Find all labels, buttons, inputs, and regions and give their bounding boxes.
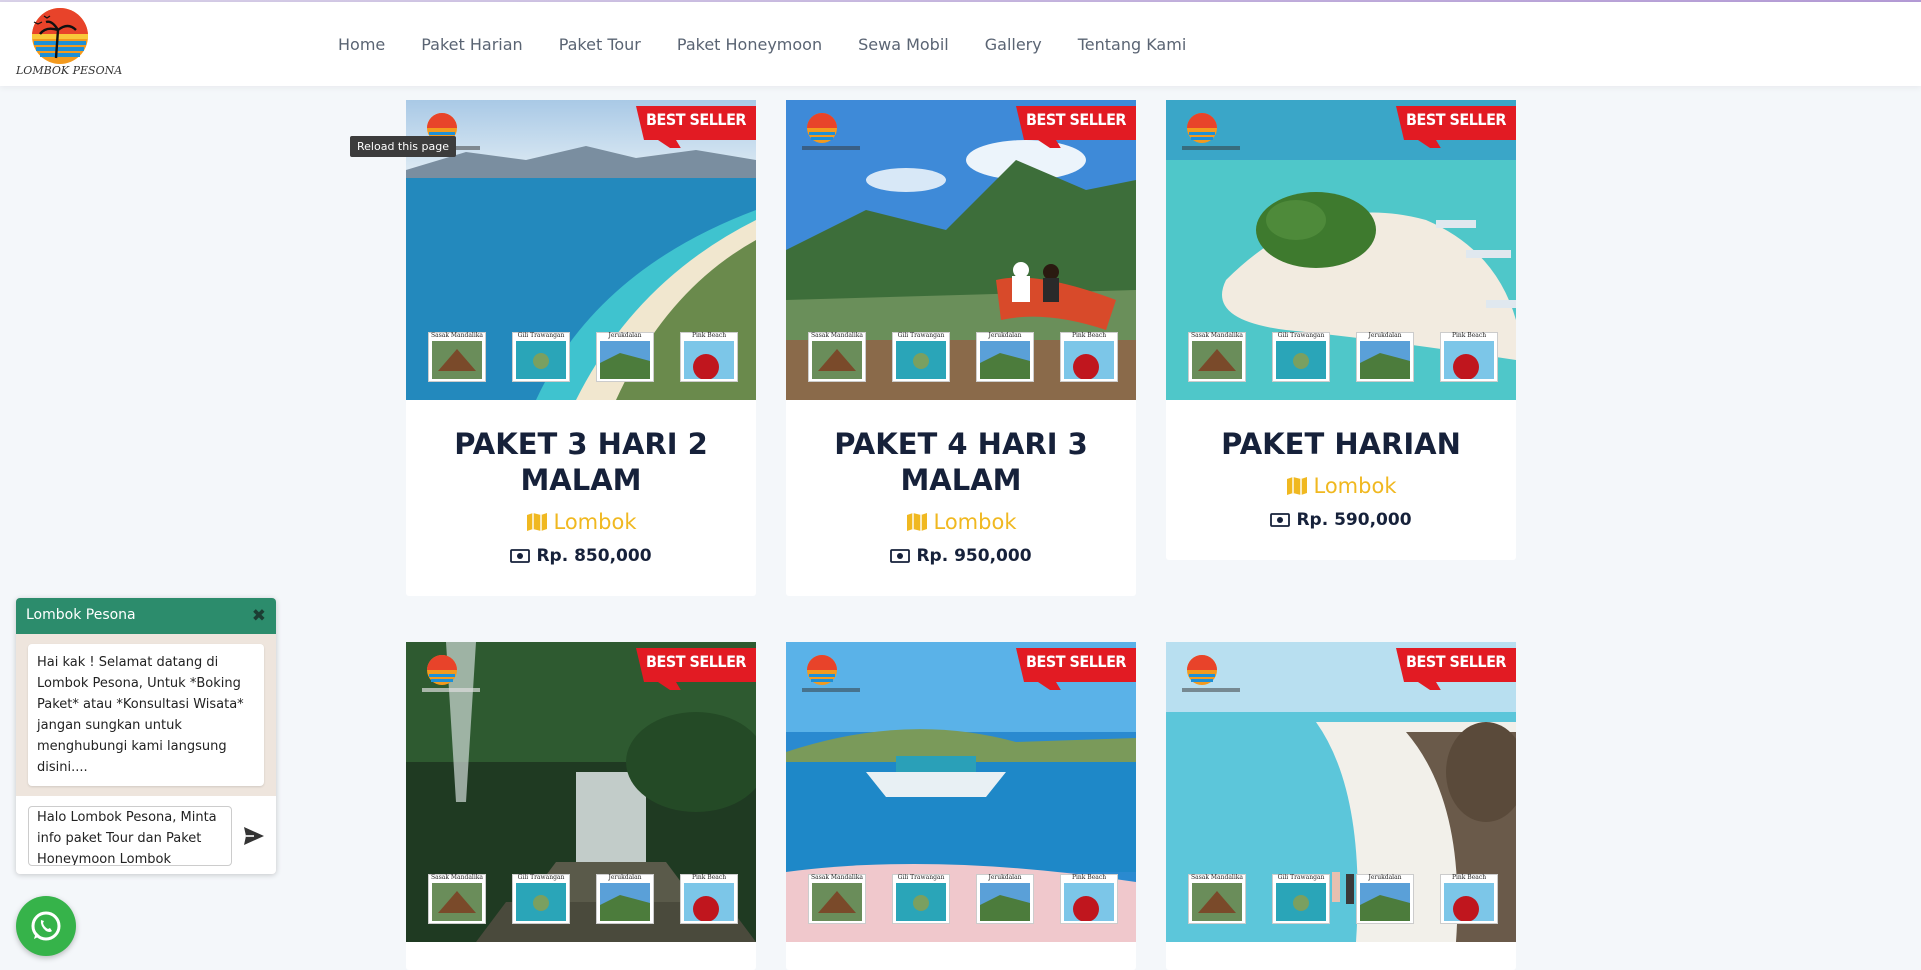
whatsapp-chat-widget: Lombok Pesona ✖ Hai kak ! Selamat datang…: [16, 598, 276, 874]
thumb-jerukdalan: Jerukdalan: [596, 874, 654, 924]
package-price: Rp. 590,000: [1186, 510, 1496, 530]
chat-header: Lombok Pesona ✖: [16, 598, 276, 634]
chat-message-input[interactable]: Halo Lombok Pesona, Minta info paket Tou…: [28, 806, 232, 866]
thumb-sasak: Sasak Mandalika: [428, 874, 486, 924]
package-image[interactable]: BEST SELLER Sasak Mandalika Gili Trawang…: [786, 642, 1136, 942]
location-label: Lombok: [553, 510, 637, 534]
thumb-gili: Gili Trawangan: [892, 332, 950, 382]
package-image[interactable]: BEST SELLER Sasak Mandalika Gili Trawang…: [1166, 642, 1516, 942]
nav-tentang-kami[interactable]: Tentang Kami: [1078, 35, 1187, 54]
package-card[interactable]: BEST SELLER Sasak Mandalika Gili Trawang…: [1166, 642, 1516, 970]
package-image[interactable]: BEST SELLER Sasak Mandalika Gili Trawang…: [786, 100, 1136, 400]
location-label: Lombok: [933, 510, 1017, 534]
watermark-logo: [802, 113, 860, 150]
thumb-jerukdalan: Jerukdalan: [976, 332, 1034, 382]
nav-paket-tour[interactable]: Paket Tour: [559, 35, 641, 54]
package-image[interactable]: BEST SELLER Sasak Mandalika Gili Trawang…: [1166, 100, 1516, 400]
package-card[interactable]: BEST SELLER Sasak Mandalika Gili Trawang…: [786, 642, 1136, 970]
map-icon: [906, 513, 927, 531]
money-bill-icon: [890, 549, 911, 563]
map-icon: [526, 513, 547, 531]
package-price: Rp. 850,000: [426, 546, 736, 566]
thumb-pink-beach: Pink Beach: [1060, 874, 1118, 924]
package-location: Lombok: [806, 510, 1116, 534]
chat-header-title: Lombok Pesona: [26, 607, 136, 623]
best-seller-badge: BEST SELLER: [1406, 652, 1506, 671]
close-icon[interactable]: ✖: [252, 606, 266, 626]
money-bill-icon: [1270, 513, 1291, 527]
send-icon[interactable]: [242, 824, 266, 848]
thumb-jerukdalan: Jerukdalan: [1356, 874, 1414, 924]
watermark-logo: [1182, 655, 1240, 692]
site-header: LOMBOK PESONA Home Paket Harian Paket To…: [0, 2, 1921, 86]
thumb-gili: Gili Trawangan: [512, 874, 570, 924]
card-body: PAKET HARIAN Lombok Rp. 590,000: [1166, 400, 1516, 560]
whatsapp-button[interactable]: [16, 896, 76, 956]
package-location: Lombok: [1186, 474, 1496, 498]
best-seller-badge: BEST SELLER: [1026, 110, 1126, 129]
watermark-logo: [1182, 113, 1240, 150]
thumb-sasak: Sasak Mandalika: [428, 332, 486, 382]
destination-thumbnails: Sasak Mandalika Gili Trawangan Jerukdala…: [1188, 332, 1498, 382]
thumb-gili: Gili Trawangan: [1272, 332, 1330, 382]
watermark-logo: [802, 655, 860, 692]
chat-welcome-message: Hai kak ! Selamat datang di Lombok Peson…: [28, 644, 264, 786]
destination-thumbnails: Sasak Mandalika Gili Trawangan Jerukdala…: [1188, 874, 1498, 924]
package-title[interactable]: PAKET 3 HARI 2 MALAM: [426, 426, 736, 498]
package-card[interactable]: BEST SELLER Sasak Mandalika Gili Trawang…: [406, 642, 756, 970]
nav-paket-honeymoon[interactable]: Paket Honeymoon: [677, 35, 822, 54]
package-title[interactable]: PAKET 4 HARI 3 MALAM: [806, 426, 1116, 498]
thumb-sasak: Sasak Mandalika: [808, 874, 866, 924]
thumb-sasak: Sasak Mandalika: [1188, 332, 1246, 382]
logo-text: LOMBOK PESONA: [16, 64, 123, 77]
package-price: Rp. 950,000: [806, 546, 1116, 566]
thumb-gili: Gili Trawangan: [512, 332, 570, 382]
thumb-pink-beach: Pink Beach: [680, 874, 738, 924]
money-bill-icon: [510, 549, 531, 563]
best-seller-badge: BEST SELLER: [646, 110, 746, 129]
price-label: Rp. 950,000: [916, 546, 1032, 566]
thumb-jerukdalan: Jerukdalan: [596, 332, 654, 382]
package-card[interactable]: BEST SELLER Sasak Mandalika Gili Trawang…: [406, 100, 756, 596]
nav-gallery[interactable]: Gallery: [985, 35, 1042, 54]
location-label: Lombok: [1313, 474, 1397, 498]
best-seller-badge: BEST SELLER: [1026, 652, 1126, 671]
reload-tooltip: Reload this page: [350, 136, 456, 157]
package-card[interactable]: BEST SELLER Sasak Mandalika Gili Trawang…: [786, 100, 1136, 596]
thumb-jerukdalan: Jerukdalan: [976, 874, 1034, 924]
thumb-pink-beach: Pink Beach: [1440, 332, 1498, 382]
package-location: Lombok: [426, 510, 736, 534]
best-seller-badge: BEST SELLER: [1406, 110, 1506, 129]
watermark-logo: [422, 655, 480, 692]
map-icon: [1286, 477, 1307, 495]
price-label: Rp. 590,000: [1296, 510, 1412, 530]
thumb-pink-beach: Pink Beach: [1060, 332, 1118, 382]
nav-sewa-mobil[interactable]: Sewa Mobil: [858, 35, 949, 54]
main-nav: Home Paket Harian Paket Tour Paket Honey…: [320, 2, 1204, 86]
card-body: PAKET 4 HARI 3 MALAM Lombok Rp. 950,000: [786, 400, 1136, 596]
thumb-sasak: Sasak Mandalika: [808, 332, 866, 382]
destination-thumbnails: Sasak Mandalika Gili Trawangan Jerukdala…: [428, 332, 738, 382]
package-image[interactable]: BEST SELLER Sasak Mandalika Gili Trawang…: [406, 642, 756, 942]
package-card[interactable]: BEST SELLER Sasak Mandalika Gili Trawang…: [1166, 100, 1516, 560]
nav-paket-harian[interactable]: Paket Harian: [421, 35, 522, 54]
package-title[interactable]: PAKET HARIAN: [1186, 426, 1496, 462]
card-body: PAKET 3 HARI 2 MALAM Lombok Rp. 850,000: [406, 400, 756, 596]
thumb-gili: Gili Trawangan: [1272, 874, 1330, 924]
whatsapp-icon: [31, 911, 61, 941]
destination-thumbnails: Sasak Mandalika Gili Trawangan Jerukdala…: [808, 332, 1118, 382]
price-label: Rp. 850,000: [536, 546, 652, 566]
destination-thumbnails: Sasak Mandalika Gili Trawangan Jerukdala…: [428, 874, 738, 924]
package-image[interactable]: BEST SELLER Sasak Mandalika Gili Trawang…: [406, 100, 756, 400]
thumb-pink-beach: Pink Beach: [680, 332, 738, 382]
nav-home[interactable]: Home: [338, 35, 385, 54]
thumb-jerukdalan: Jerukdalan: [1356, 332, 1414, 382]
thumb-gili: Gili Trawangan: [892, 874, 950, 924]
thumb-sasak: Sasak Mandalika: [1188, 874, 1246, 924]
thumb-pink-beach: Pink Beach: [1440, 874, 1498, 924]
destination-thumbnails: Sasak Mandalika Gili Trawangan Jerukdala…: [808, 874, 1118, 924]
best-seller-badge: BEST SELLER: [646, 652, 746, 671]
chat-input-area: Halo Lombok Pesona, Minta info paket Tou…: [16, 796, 276, 874]
